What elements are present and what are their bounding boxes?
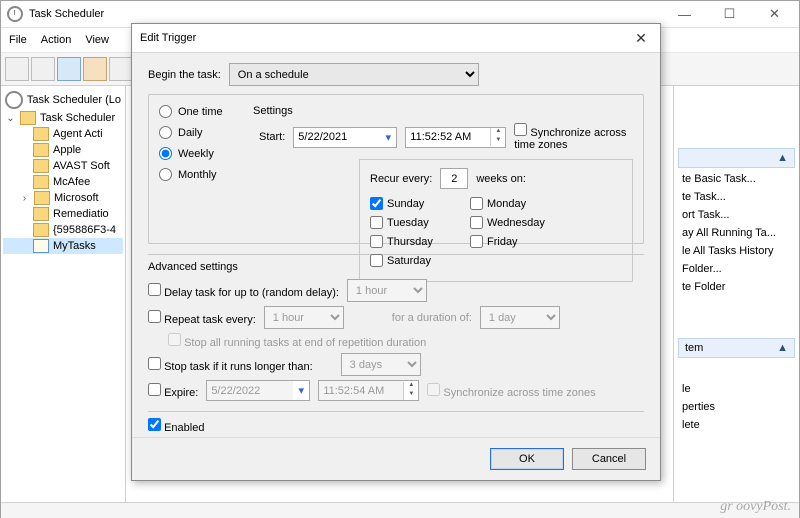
start-label: Start:	[259, 131, 285, 143]
tree-item-selected[interactable]: MyTasks	[53, 240, 96, 252]
folder-icon	[33, 207, 49, 221]
opt-monthly[interactable]: Monthly	[159, 168, 249, 181]
begin-task-select[interactable]: On a schedule	[229, 63, 479, 86]
maximize-button[interactable]: ☐	[707, 2, 752, 26]
tree-lib[interactable]: Task Scheduler	[40, 112, 115, 124]
window-title: Task Scheduler	[29, 8, 104, 20]
ok-button[interactable]: OK	[490, 448, 564, 470]
start-date-input[interactable]: ▾	[293, 127, 397, 148]
day-sunday[interactable]: Sunday	[370, 197, 470, 210]
action-item[interactable]: lete	[674, 416, 799, 434]
window-buttons: — ☐ ✕	[662, 2, 797, 26]
begin-task-label: Begin the task:	[148, 69, 221, 81]
tree-item[interactable]: Remediatio	[53, 208, 109, 220]
toolbar-refresh[interactable]	[83, 57, 107, 81]
action-item[interactable]: Folder...	[674, 260, 799, 278]
action-item[interactable]: ort Task...	[674, 206, 799, 224]
day-monday[interactable]: Monday	[470, 197, 570, 210]
delay-select: 1 hour	[347, 279, 427, 302]
opt-one-time[interactable]: One time	[159, 105, 249, 118]
toolbar-back[interactable]	[5, 57, 29, 81]
nav-tree[interactable]: Task Scheduler (Lo ⌄ Task Scheduler Agent…	[1, 86, 126, 502]
day-wednesday[interactable]: Wednesday	[470, 216, 570, 229]
recur-label2: weeks on:	[476, 173, 526, 185]
opt-daily[interactable]: Daily	[159, 126, 249, 139]
sync2-check: Synchronize across time zones	[427, 383, 595, 399]
folder-icon	[33, 239, 49, 253]
collapse-icon[interactable]: ▲	[777, 152, 788, 164]
toolbar-forward[interactable]	[31, 57, 55, 81]
calendar-icon: ▾	[293, 384, 309, 397]
action-item[interactable]: le	[674, 380, 799, 398]
recur-label: Recur every:	[370, 173, 432, 185]
action-item[interactable]: le All Tasks History	[674, 242, 799, 260]
minimize-button[interactable]: —	[662, 2, 707, 26]
folder-icon	[34, 191, 50, 205]
dialog-close-button[interactable]: ✕	[630, 30, 652, 47]
sync-timezone-check[interactable]: Synchronize across time zones	[514, 123, 633, 151]
folder-icon	[20, 111, 36, 125]
folder-icon	[33, 127, 49, 141]
enabled-check[interactable]: Enabled	[148, 418, 204, 434]
tree-item[interactable]: AVAST Soft	[53, 160, 110, 172]
action-item[interactable]: ay All Running Ta...	[674, 224, 799, 242]
menu-file[interactable]: File	[9, 34, 27, 46]
status-bar	[1, 502, 799, 518]
tree-item[interactable]: Apple	[53, 144, 81, 156]
app-icon	[7, 6, 23, 22]
actions-panel: ▲ te Basic Task... te Task... ort Task..…	[673, 86, 799, 502]
dialog-title-bar: Edit Trigger ✕	[132, 24, 660, 53]
close-button[interactable]: ✕	[752, 2, 797, 26]
delay-check[interactable]: Delay task for up to (random delay):	[148, 283, 339, 299]
stop-long-check[interactable]: Stop task if it runs longer than:	[148, 357, 313, 373]
recur-weeks-input[interactable]	[440, 168, 468, 189]
expire-date-input: ▾	[206, 380, 310, 401]
action-header[interactable]: ▲	[678, 148, 795, 168]
cancel-button[interactable]: Cancel	[572, 448, 646, 470]
folder-icon	[33, 175, 49, 189]
toolbar-up[interactable]	[57, 57, 81, 81]
calendar-icon[interactable]: ▾	[380, 131, 396, 144]
duration-label: for a duration of:	[392, 312, 472, 324]
settings-legend: Settings	[249, 105, 297, 117]
folder-icon	[33, 143, 49, 157]
expire-check[interactable]: Expire:	[148, 383, 198, 399]
day-friday[interactable]: Friday	[470, 235, 570, 248]
action-item[interactable]: te Task...	[674, 188, 799, 206]
expand-icon[interactable]: ⌄	[5, 113, 16, 124]
menu-action[interactable]: Action	[41, 34, 72, 46]
duration-select: 1 day	[480, 306, 560, 329]
folder-icon	[33, 223, 49, 237]
tree-item[interactable]: Agent Acti	[53, 128, 103, 140]
opt-weekly[interactable]: Weekly	[159, 147, 249, 160]
tree-item[interactable]: {595886F3-4	[53, 224, 116, 236]
start-time-input[interactable]: ▲▼	[405, 127, 506, 148]
folder-icon	[33, 159, 49, 173]
watermark: gr oovyPost.	[720, 499, 791, 515]
expire-time-input: ▲▼	[318, 380, 419, 401]
edit-trigger-dialog: Edit Trigger ✕ Begin the task: On a sche…	[131, 23, 661, 481]
dialog-buttons: OK Cancel	[132, 437, 660, 480]
main-window: Task Scheduler — ☐ ✕ File Action View Ta…	[0, 0, 800, 518]
expand-icon[interactable]: ›	[19, 193, 30, 204]
action-item[interactable]: te Basic Task...	[674, 170, 799, 188]
collapse-icon[interactable]: ▲	[777, 342, 788, 354]
day-tuesday[interactable]: Tuesday	[370, 216, 470, 229]
day-saturday[interactable]: Saturday	[370, 254, 470, 267]
stop-all-check: Stop all running tasks at end of repetit…	[168, 333, 426, 349]
menu-view[interactable]: View	[85, 34, 109, 46]
tree-root[interactable]: Task Scheduler (Lo	[27, 94, 121, 106]
action-header-2[interactable]: tem▲	[678, 338, 795, 358]
dialog-title: Edit Trigger	[140, 32, 196, 44]
repeat-check[interactable]: Repeat task every:	[148, 310, 256, 326]
repeat-select: 1 hour	[264, 306, 344, 329]
day-thursday[interactable]: Thursday	[370, 235, 470, 248]
action-item[interactable]: te Folder	[674, 278, 799, 296]
tree-item[interactable]: McAfee	[53, 176, 90, 188]
toolbar-help[interactable]	[109, 57, 133, 81]
tree-item[interactable]: Microsoft	[54, 192, 99, 204]
action-item[interactable]: perties	[674, 398, 799, 416]
stop-long-select: 3 days	[341, 353, 421, 376]
